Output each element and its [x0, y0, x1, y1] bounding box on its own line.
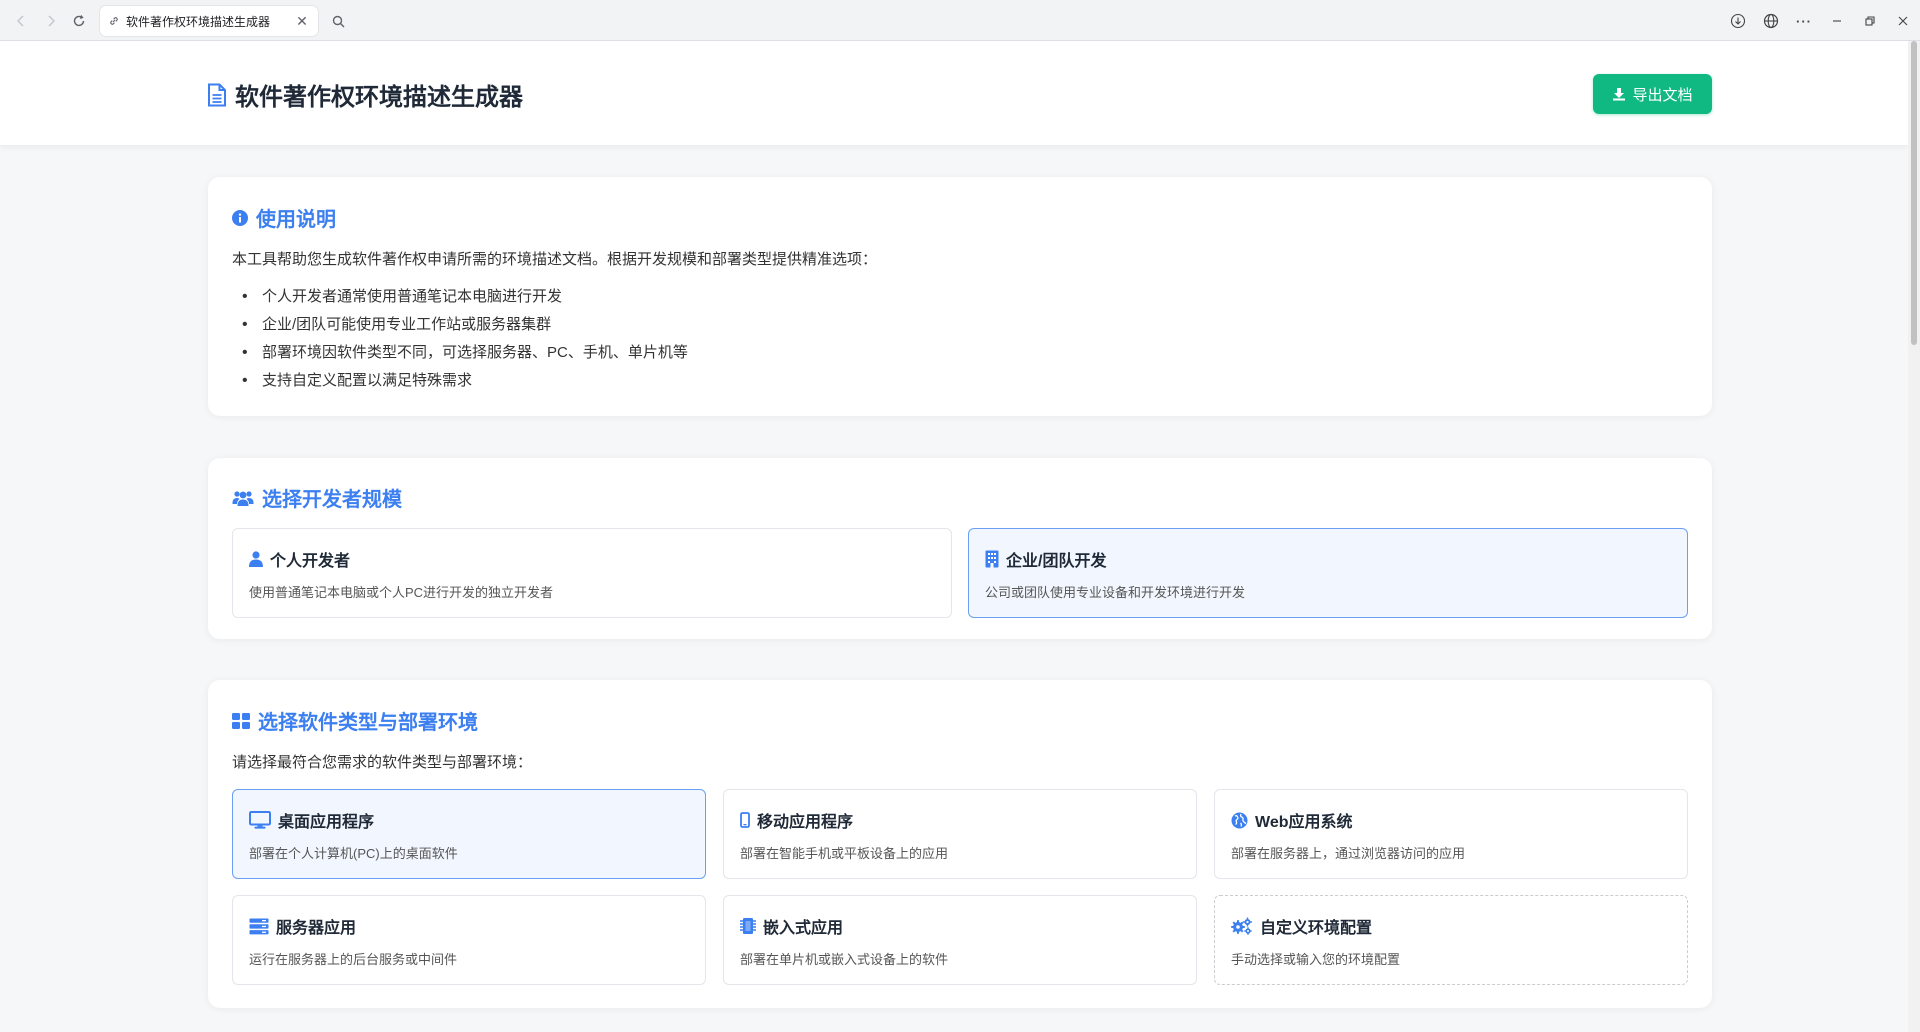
document-icon — [207, 83, 227, 107]
option-desc: 部署在个人计算机(PC)上的桌面软件 — [249, 846, 458, 861]
forward-icon[interactable] — [40, 10, 62, 32]
option-title: 服务器应用 — [276, 920, 357, 937]
option-desktop-app[interactable]: 桌面应用程序 部署在个人计算机(PC)上的桌面软件 — [232, 789, 706, 879]
option-title: 自定义环境配置 — [1260, 920, 1373, 937]
page-title-group: 软件著作权环境描述生成器 — [207, 77, 523, 112]
users-icon — [232, 489, 254, 507]
software-type-card: 选择软件类型与部署环境 请选择最符合您需求的软件类型与部署环境： 桌面应用程序 … — [208, 680, 1712, 1008]
instructions-list: 个人开发者通常使用普通笔记本电脑进行开发 企业/团队可能使用专业工作站或服务器集… — [232, 287, 688, 399]
download-icon[interactable] — [1726, 10, 1750, 32]
instructions-heading-text: 使用说明 — [256, 209, 336, 231]
search-icon[interactable] — [326, 9, 350, 33]
option-title-row: 服务器应用 — [249, 914, 356, 938]
option-desc: 运行在服务器上的后台服务或中间件 — [249, 952, 458, 967]
user-icon — [249, 551, 263, 567]
option-title-row: 自定义环境配置 — [1231, 914, 1372, 938]
option-title: 移动应用程序 — [757, 814, 854, 831]
option-title-row: 桌面应用程序 — [249, 808, 374, 832]
gears-icon — [1231, 917, 1253, 935]
option-title-row: 企业/团队开发 — [985, 547, 1106, 571]
option-mobile-app[interactable]: 移动应用程序 部署在智能手机或平板设备上的应用 — [723, 789, 1197, 879]
option-title: Web应用系统 — [1255, 814, 1353, 831]
globe-icon[interactable] — [1759, 10, 1783, 32]
option-individual-developer[interactable]: 个人开发者 使用普通笔记本电脑或个人PC进行开发的独立开发者 — [232, 528, 952, 618]
building-icon — [985, 550, 999, 568]
instructions-card: 使用说明 本工具帮助您生成软件著作权申请所需的环境描述文档。根据开发规模和部署类… — [208, 177, 1712, 416]
desktop-icon — [249, 811, 271, 829]
developer-scale-card: 选择开发者规模 个人开发者 使用普通笔记本电脑或个人PC进行开发的独立开发者 企… — [208, 458, 1712, 639]
list-item: 个人开发者通常使用普通笔记本电脑进行开发 — [232, 287, 688, 315]
back-icon[interactable] — [10, 10, 32, 32]
option-title: 桌面应用程序 — [278, 814, 375, 831]
app-header: 软件著作权环境描述生成器 导出文档 — [0, 41, 1908, 145]
option-team-developer[interactable]: 企业/团队开发 公司或团队使用专业设备和开发环境进行开发 — [968, 528, 1688, 618]
option-embedded-app[interactable]: 嵌入式应用 部署在单片机或嵌入式设备上的软件 — [723, 895, 1197, 985]
globe-icon — [1231, 812, 1248, 829]
option-desc: 公司或团队使用专业设备和开发环境进行开发 — [985, 585, 1246, 600]
link-icon — [108, 15, 120, 27]
option-title: 企业/团队开发 — [1006, 553, 1107, 570]
option-custom-config[interactable]: 自定义环境配置 手动选择或输入您的环境配置 — [1214, 895, 1688, 985]
software-type-heading: 选择软件类型与部署环境 — [232, 706, 478, 735]
server-icon — [249, 918, 269, 935]
instructions-intro: 本工具帮助您生成软件著作权申请所需的环境描述文档。根据开发规模和部署类型提供精准… — [232, 251, 878, 268]
reload-icon[interactable] — [68, 10, 90, 32]
option-title: 嵌入式应用 — [763, 920, 844, 937]
software-type-subtitle: 请选择最符合您需求的软件类型与部署环境： — [232, 754, 533, 771]
option-title-row: 个人开发者 — [249, 547, 350, 571]
download-icon — [1612, 87, 1626, 101]
option-title: 个人开发者 — [270, 553, 351, 570]
list-item: 部署环境因软件类型不同，可选择服务器、PC、手机、单片机等 — [232, 343, 688, 371]
option-desc: 部署在单片机或嵌入式设备上的软件 — [740, 952, 949, 967]
grid-icon — [232, 712, 250, 729]
option-desc: 手动选择或输入您的环境配置 — [1231, 952, 1401, 967]
software-type-heading-text: 选择软件类型与部署环境 — [258, 712, 478, 734]
option-web-app[interactable]: Web应用系统 部署在服务器上，通过浏览器访问的应用 — [1214, 789, 1688, 879]
export-button[interactable]: 导出文档 — [1593, 74, 1712, 114]
option-title-row: Web应用系统 — [1231, 808, 1353, 832]
option-desc: 部署在智能手机或平板设备上的应用 — [740, 846, 949, 861]
page-title: 软件著作权环境描述生成器 — [235, 84, 523, 111]
browser-tab[interactable]: 软件著作权环境描述生成器 ✕ — [100, 6, 318, 36]
export-label: 导出文档 — [1632, 86, 1693, 104]
chip-icon — [740, 917, 756, 935]
option-server-app[interactable]: 服务器应用 运行在服务器上的后台服务或中间件 — [232, 895, 706, 985]
option-title-row: 移动应用程序 — [740, 808, 853, 832]
instructions-heading: 使用说明 — [232, 203, 336, 232]
window-close-icon[interactable] — [1891, 10, 1915, 32]
option-desc: 部署在服务器上，通过浏览器访问的应用 — [1231, 846, 1466, 861]
option-title-row: 嵌入式应用 — [740, 914, 843, 938]
info-icon — [232, 209, 248, 226]
option-desc: 使用普通笔记本电脑或个人PC进行开发的独立开发者 — [249, 585, 554, 600]
tab-title: 软件著作权环境描述生成器 — [126, 14, 271, 29]
minimize-icon[interactable] — [1825, 10, 1849, 32]
page-viewport: 软件著作权环境描述生成器 导出文档 使用说明 本工具帮助您生成软件著作权申请所需… — [0, 41, 1920, 1032]
more-icon[interactable]: ··· — [1792, 10, 1816, 32]
browser-chrome: 软件著作权环境描述生成器 ✕ ··· — [0, 0, 1920, 41]
list-item: 企业/团队可能使用专业工作站或服务器集群 — [232, 315, 688, 343]
mobile-icon — [740, 812, 750, 828]
list-item: 支持自定义配置以满足特殊需求 — [232, 371, 688, 399]
close-icon[interactable]: ✕ — [294, 13, 310, 30]
restore-icon[interactable] — [1858, 10, 1882, 32]
developer-scale-heading: 选择开发者规模 — [232, 483, 402, 512]
page-scrollbar[interactable] — [1908, 41, 1920, 1032]
developer-scale-heading-text: 选择开发者规模 — [262, 489, 402, 511]
scrollbar-thumb[interactable] — [1911, 41, 1917, 345]
